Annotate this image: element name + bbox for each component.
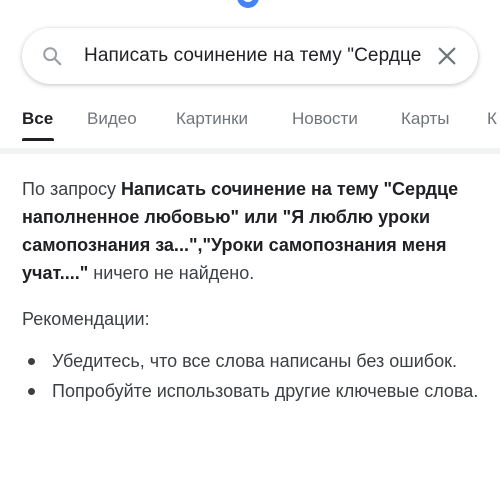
tab-more[interactable]: К bbox=[487, 109, 497, 129]
search-box[interactable]: Написать сочинение на тему "Сердце напол… bbox=[22, 28, 478, 84]
tabs-divider bbox=[0, 148, 500, 154]
active-tab-indicator bbox=[22, 138, 54, 141]
list-item: Убедитесь, что все слова написаны без ош… bbox=[22, 347, 482, 375]
tab-images[interactable]: Картинки bbox=[176, 109, 248, 129]
close-icon[interactable] bbox=[434, 43, 460, 69]
list-item: Попробуйте использовать другие ключевые … bbox=[22, 377, 482, 405]
tab-video[interactable]: Видео bbox=[87, 109, 137, 129]
search-input[interactable]: Написать сочинение на тему "Сердце напол… bbox=[84, 45, 426, 67]
no-results-suffix: ничего не найдено. bbox=[88, 263, 255, 283]
recommendations-title: Рекомендации: bbox=[22, 309, 150, 329]
search-results-page: Написать сочинение на тему "Сердце напол… bbox=[0, 0, 500, 500]
recommendation-text: Попробуйте использовать другие ключевые … bbox=[52, 381, 479, 401]
google-logo-fragment[interactable] bbox=[237, 0, 259, 8]
tab-maps[interactable]: Карты bbox=[401, 109, 449, 129]
tab-news[interactable]: Новости bbox=[292, 109, 358, 129]
recommendation-text: Убедитесь, что все слова написаны без ош… bbox=[52, 351, 457, 371]
tab-all[interactable]: Все bbox=[22, 109, 53, 129]
no-results-prefix: По запросу bbox=[22, 179, 121, 199]
results-content: По запросу Написать сочинение на тему "С… bbox=[22, 175, 482, 407]
bullet-icon bbox=[28, 358, 35, 365]
search-icon[interactable] bbox=[40, 44, 64, 68]
bullet-icon bbox=[28, 388, 35, 395]
no-results-message: По запросу Написать сочинение на тему "С… bbox=[22, 175, 482, 287]
search-tabs: Все Видео Картинки Новости Карты К bbox=[0, 106, 500, 138]
recommendations-list: Убедитесь, что все слова написаны без ош… bbox=[22, 347, 482, 405]
